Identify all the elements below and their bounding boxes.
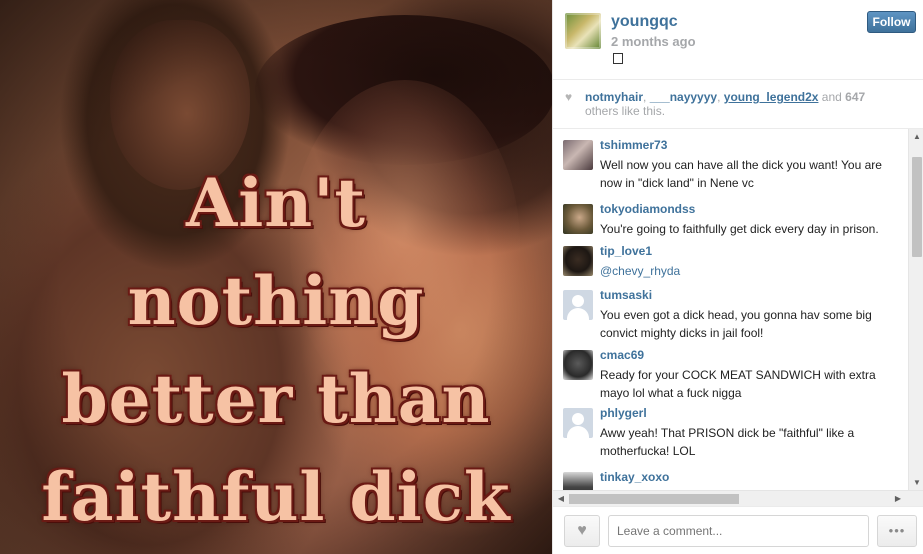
scroll-right-arrow-icon[interactable]: ▶ xyxy=(890,491,906,506)
like-button[interactable]: ♥ xyxy=(564,515,600,547)
likes-count[interactable]: 647 xyxy=(845,90,865,104)
scroll-up-arrow-icon[interactable]: ▲ xyxy=(909,129,923,145)
commenter-avatar[interactable] xyxy=(563,246,593,276)
comment-username[interactable]: tip_love1 xyxy=(600,244,652,258)
likes-suffix: others like this. xyxy=(585,104,666,118)
likes-separator: , xyxy=(643,90,650,104)
comment-footer: ♥ ••• xyxy=(553,506,923,554)
author-username[interactable]: youngqc xyxy=(611,13,678,31)
liker-link[interactable]: ___nayyyyy xyxy=(650,90,717,104)
comment-username[interactable]: cmac69 xyxy=(600,348,644,362)
comment-mention[interactable]: @chevy_rhyda xyxy=(600,264,680,278)
scrollbar-thumb[interactable] xyxy=(569,494,739,504)
author-avatar[interactable] xyxy=(565,13,601,49)
comment-text: Aww yeah! That PRISON dick be "faithful"… xyxy=(600,426,855,458)
comment-username[interactable]: tinkay_xoxo xyxy=(600,470,669,484)
heart-icon: ♥ xyxy=(565,90,573,104)
commenter-avatar[interactable] xyxy=(563,350,593,380)
comment-text: Ready for your COCK MEAT SANDWICH with e… xyxy=(600,368,876,400)
comment-text: Well now you can have all the dick you w… xyxy=(600,158,882,190)
likes-and: and xyxy=(818,90,846,104)
comment-username[interactable]: phlygerl xyxy=(600,406,647,420)
post-photo: Ain't nothing better than faithful dick xyxy=(0,0,552,554)
caption-line-1: Ain't xyxy=(186,164,366,242)
default-avatar-head xyxy=(572,413,584,425)
comment-input[interactable] xyxy=(608,515,869,547)
caption-line-2: nothing xyxy=(127,262,425,340)
default-avatar-body xyxy=(567,426,589,438)
more-options-button[interactable]: ••• xyxy=(877,515,917,547)
commenter-avatar[interactable] xyxy=(563,204,593,234)
comment-text: You're going to faithfully get dick ever… xyxy=(600,222,879,236)
likes-separator: , xyxy=(717,90,724,104)
comment-username[interactable]: tumsaski xyxy=(600,288,652,302)
liker-link[interactable]: young_legend2x xyxy=(724,90,819,104)
comment-username[interactable]: tokyodiamondss xyxy=(600,202,695,216)
post-side-panel: youngqc 2 months ago Follow ♥ notmyhair,… xyxy=(552,0,923,554)
comments-vertical-scrollbar[interactable]: ▲ ▼ xyxy=(908,129,923,491)
likes-text: notmyhair, ___nayyyyy, young_legend2x an… xyxy=(565,90,915,118)
follow-button[interactable]: Follow xyxy=(867,11,916,33)
scrollbar-thumb[interactable] xyxy=(912,157,922,257)
scroll-down-arrow-icon[interactable]: ▼ xyxy=(909,475,923,491)
scroll-left-arrow-icon[interactable]: ◀ xyxy=(553,491,569,506)
commenter-avatar[interactable] xyxy=(563,408,593,438)
post-header: youngqc 2 months ago Follow xyxy=(553,0,923,80)
post-timestamp[interactable]: 2 months ago xyxy=(611,34,696,49)
default-avatar-body xyxy=(567,308,589,320)
default-avatar-head xyxy=(572,295,584,307)
photo-caption-overlay: Ain't nothing better than faithful dick xyxy=(0,170,552,554)
comment-username[interactable]: tshimmer73 xyxy=(600,138,667,152)
commenter-avatar[interactable] xyxy=(563,290,593,320)
more-icon: ••• xyxy=(888,523,906,538)
comment-text: You even got a dick head, you gonna hav … xyxy=(600,308,872,340)
likes-summary: ♥ notmyhair, ___nayyyyy, young_legend2x … xyxy=(565,90,915,118)
comments-horizontal-scrollbar[interactable]: ◀ ▶ xyxy=(553,490,923,506)
post-caption-glyph xyxy=(613,53,623,64)
caption-line-4: faithful dick xyxy=(41,458,511,536)
comments-list[interactable]: tshimmer73 Well now you can have all the… xyxy=(553,128,923,506)
comment-text: @chevy_rhyda xyxy=(600,262,900,280)
liker-link[interactable]: notmyhair xyxy=(585,90,643,104)
heart-icon: ♥ xyxy=(577,522,587,539)
commenter-avatar[interactable] xyxy=(563,140,593,170)
caption-line-3: better than xyxy=(61,360,491,438)
